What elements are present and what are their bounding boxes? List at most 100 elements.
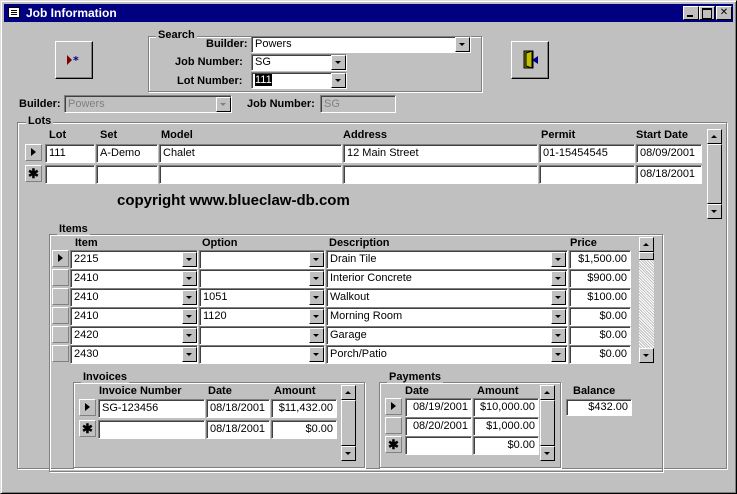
payments-row-selector-new[interactable]: ✱	[385, 436, 402, 453]
search-lot-dropdown-button[interactable]	[331, 73, 346, 88]
items-option-dropdown-button[interactable]	[309, 252, 324, 267]
maximize-button[interactable]	[699, 6, 715, 20]
items-description-dropdown-button[interactable]	[551, 252, 566, 267]
items-row-selector[interactable]	[52, 288, 69, 305]
title-bar[interactable]: Job Information ✕	[4, 4, 733, 22]
items-cell-option[interactable]	[199, 269, 325, 288]
items-description-dropdown-button[interactable]	[551, 309, 566, 324]
payment-new-date[interactable]	[405, 436, 472, 455]
items-cell-option[interactable]: 1051	[199, 288, 325, 307]
lots-cell-start-date[interactable]: 08/09/2001	[636, 144, 702, 163]
lots-scroll-down-button[interactable]	[707, 204, 722, 219]
invoices-scroll-down-button[interactable]	[341, 446, 356, 461]
items-item-dropdown-button[interactable]	[182, 290, 197, 305]
items-cell-item[interactable]: 2410	[70, 307, 198, 326]
lots-cell-set[interactable]: A-Demo	[96, 144, 158, 163]
lots-new-permit[interactable]	[539, 165, 635, 184]
invoices-row-selector-current[interactable]	[79, 399, 96, 416]
items-option-dropdown-button[interactable]	[309, 271, 324, 286]
items-cell-description[interactable]: Drain Tile	[326, 250, 568, 269]
lots-new-lot[interactable]	[45, 165, 95, 184]
items-option-dropdown-button[interactable]	[309, 309, 324, 324]
invoice-new-number[interactable]	[98, 420, 205, 439]
new-record-button[interactable]: *	[55, 41, 93, 79]
items-cell-price[interactable]: $0.00	[569, 326, 631, 345]
items-description-dropdown-button[interactable]	[551, 290, 566, 305]
items-scrollbar[interactable]	[639, 237, 654, 363]
items-option-dropdown-button[interactable]	[309, 347, 324, 362]
items-scroll-down-button[interactable]	[639, 348, 654, 363]
items-option-dropdown-button[interactable]	[309, 290, 324, 305]
items-row-selector[interactable]	[52, 326, 69, 343]
payments-scroll-up-button[interactable]	[540, 385, 555, 400]
items-item-dropdown-button[interactable]	[182, 271, 197, 286]
lots-new-start-date[interactable]: 08/18/2001	[636, 165, 702, 184]
close-button[interactable]: ✕	[716, 6, 732, 20]
items-description-dropdown-button[interactable]	[551, 347, 566, 362]
payments-scroll-thumb[interactable]	[540, 400, 555, 446]
items-cell-description[interactable]: Walkout	[326, 288, 568, 307]
search-builder-combo[interactable]: Powers	[251, 36, 471, 53]
items-option-dropdown-button[interactable]	[309, 328, 324, 343]
items-cell-option[interactable]	[199, 250, 325, 269]
items-description-dropdown-button[interactable]	[551, 271, 566, 286]
items-cell-description[interactable]: Porch/Patio	[326, 345, 568, 364]
invoice-amount-cell[interactable]: $11,432.00	[271, 399, 337, 418]
items-cell-item[interactable]: 2410	[70, 288, 198, 307]
items-cell-item[interactable]: 2410	[70, 269, 198, 288]
exit-button[interactable]	[511, 41, 549, 79]
payment-date-cell-2[interactable]: 08/20/2001	[405, 417, 472, 436]
minimize-button[interactable]	[683, 6, 699, 20]
invoice-date-cell[interactable]: 08/18/2001	[206, 399, 270, 418]
payments-row-selector[interactable]	[385, 417, 402, 434]
items-item-dropdown-button[interactable]	[182, 347, 197, 362]
items-item-dropdown-button[interactable]	[182, 309, 197, 324]
lots-scroll-up-button[interactable]	[707, 129, 722, 144]
search-job-dropdown-button[interactable]	[331, 55, 346, 70]
items-cell-option[interactable]	[199, 326, 325, 345]
items-cell-price[interactable]: $900.00	[569, 269, 631, 288]
payment-amount-cell-2[interactable]: $1,000.00	[473, 417, 539, 436]
lots-cell-address[interactable]: 12 Main Street	[343, 144, 538, 163]
lots-new-set[interactable]	[96, 165, 158, 184]
items-cell-option[interactable]: 1120	[199, 307, 325, 326]
items-scroll-thumb[interactable]	[639, 252, 654, 260]
items-cell-description[interactable]: Garage	[326, 326, 568, 345]
items-cell-description[interactable]: Interior Concrete	[326, 269, 568, 288]
lots-cell-model[interactable]: Chalet	[159, 144, 342, 163]
items-cell-description[interactable]: Morning Room	[326, 307, 568, 326]
items-item-dropdown-button[interactable]	[182, 252, 197, 267]
items-description-dropdown-button[interactable]	[551, 328, 566, 343]
invoices-scroll-thumb[interactable]	[341, 400, 356, 446]
lots-cell-lot[interactable]: 111	[45, 144, 95, 163]
items-cell-item[interactable]: 2430	[70, 345, 198, 364]
payments-row-selector-current[interactable]	[385, 398, 402, 415]
items-item-dropdown-button[interactable]	[182, 328, 197, 343]
items-cell-price[interactable]: $1,500.00	[569, 250, 631, 269]
lots-new-model[interactable]	[159, 165, 342, 184]
items-cell-item[interactable]: 2215	[70, 250, 198, 269]
items-cell-price[interactable]: $0.00	[569, 345, 631, 364]
lots-scrollbar[interactable]	[707, 129, 722, 219]
invoice-number-cell[interactable]: SG-123456	[98, 399, 205, 418]
items-cell-option[interactable]	[199, 345, 325, 364]
items-row-selector-current[interactable]	[52, 250, 69, 267]
form-icon[interactable]	[8, 7, 20, 18]
payment-amount-cell-1[interactable]: $10,000.00	[473, 398, 539, 417]
lots-scroll-thumb[interactable]	[707, 144, 722, 204]
lots-row-selector-new[interactable]: ✱	[25, 165, 42, 182]
items-cell-price[interactable]: $100.00	[569, 288, 631, 307]
invoice-new-amount[interactable]: $0.00	[271, 420, 337, 439]
search-builder-dropdown-button[interactable]	[455, 37, 470, 52]
payment-date-cell-1[interactable]: 08/19/2001	[405, 398, 472, 417]
items-row-selector[interactable]	[52, 345, 69, 362]
lots-cell-permit[interactable]: 01-15454545	[539, 144, 635, 163]
items-cell-price[interactable]: $0.00	[569, 307, 631, 326]
lots-new-address[interactable]	[343, 165, 538, 184]
invoices-scroll-up-button[interactable]	[341, 385, 356, 400]
lots-row-selector-current[interactable]	[25, 144, 42, 161]
invoices-scrollbar[interactable]	[341, 385, 356, 461]
items-cell-item[interactable]: 2420	[70, 326, 198, 345]
items-row-selector[interactable]	[52, 307, 69, 324]
payment-new-amount[interactable]: $0.00	[473, 436, 539, 455]
